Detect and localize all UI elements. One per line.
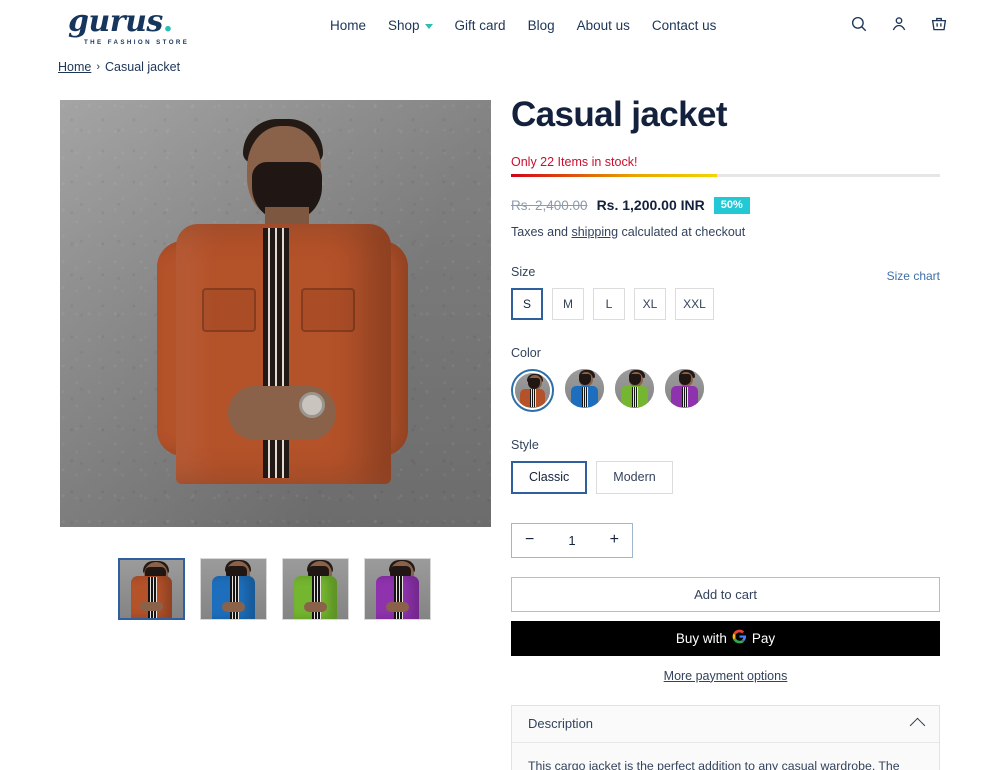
size-chart-link[interactable]: Size chart (887, 269, 940, 283)
breadcrumb-separator: › (96, 61, 101, 73)
size-option-xl[interactable]: XL (634, 287, 666, 320)
description-accordion: Description This cargo jacket is the per… (511, 704, 940, 770)
stock-status-text: Only 22 Items in stock! (511, 154, 638, 169)
page-title: Casual jacket (511, 95, 728, 134)
breadcrumb-home-link[interactable]: Home (58, 60, 91, 74)
style-option-classic[interactable]: Classic (511, 460, 588, 494)
tax-note-post: calculated at checkout (618, 224, 746, 239)
nav-label: Blog (527, 18, 555, 33)
nav-label: Contact us (651, 18, 717, 33)
nav-label: About us (576, 18, 630, 33)
buy-with-gpay-button[interactable]: Buy with Pay (511, 620, 940, 656)
style-options: Classic Modern (511, 460, 940, 494)
color-options (511, 368, 940, 412)
size-label: Size (511, 264, 536, 279)
more-payment-options-link[interactable]: More payment options (511, 669, 940, 683)
tax-note: Taxes and shipping calculated at checkou… (511, 225, 940, 239)
color-option-green[interactable] (615, 368, 654, 408)
color-option-purple[interactable] (665, 368, 704, 408)
description-accordion-header[interactable]: Description (512, 706, 939, 743)
price-original: Rs. 2,400.00 (511, 197, 588, 213)
price-row: Rs. 2,400.00 Rs. 1,200.00 INR 50% (511, 196, 940, 214)
logo-dot: . (162, 4, 173, 39)
stock-progress-fill (511, 173, 717, 177)
nav-label: Shop (388, 18, 420, 33)
style-option-block: Style Classic Modern (511, 438, 940, 494)
color-label: Color (511, 345, 541, 360)
model-figure (60, 100, 491, 527)
nav-label: Home (330, 18, 367, 33)
tax-note-pre: Taxes and (511, 224, 572, 239)
cart-icon[interactable] (930, 15, 948, 33)
site-header: gurus. THE FASHION STORE Home Shop Gift … (0, 0, 1000, 55)
thumbnail-strip (118, 558, 431, 620)
description-heading: Description (528, 716, 594, 731)
search-icon[interactable] (850, 15, 868, 33)
color-option-blue[interactable] (565, 368, 604, 408)
chevron-up-icon[interactable] (909, 717, 926, 734)
style-label: Style (511, 437, 539, 452)
breadcrumb-current: Casual jacket (105, 60, 181, 74)
main-navigation: Home Shop Gift card Blog About us Contac… (330, 18, 716, 33)
shipping-link[interactable]: shipping (571, 225, 618, 239)
thumbnail-orange[interactable] (118, 558, 185, 620)
thumbnail-blue[interactable] (200, 558, 267, 620)
discount-badge: 50% (713, 196, 750, 214)
size-option-l[interactable]: L (593, 287, 625, 320)
product-info: Casual jacket Only 22 Items in stock! Rs… (511, 95, 940, 770)
quantity-increase-button[interactable]: + (610, 532, 619, 548)
quantity-stepper[interactable]: − 1 + (511, 522, 633, 558)
nav-item-about-us[interactable]: About us (577, 18, 630, 33)
nav-item-contact-us[interactable]: Contact us (652, 18, 717, 33)
quantity-decrease-button[interactable]: − (525, 532, 534, 548)
product-gallery (60, 100, 491, 527)
size-options: S M L XL XXL (511, 287, 940, 320)
color-option-orange[interactable] (511, 368, 554, 412)
nav-label: Gift card (454, 18, 506, 33)
size-option-s[interactable]: S (511, 287, 543, 320)
logo-tagline: THE FASHION STORE (84, 39, 190, 46)
header-icon-group (850, 15, 948, 33)
thumbnail-purple[interactable] (364, 558, 431, 620)
size-option-m[interactable]: M (552, 287, 584, 320)
gpay-prefix-label: Buy with (675, 630, 727, 646)
thumbnail-green[interactable] (282, 558, 349, 620)
stock-progress-track (511, 173, 940, 177)
quantity-value[interactable]: 1 (568, 533, 575, 548)
google-g-icon (732, 629, 747, 647)
breadcrumb: Home › Casual jacket (58, 60, 180, 74)
gpay-suffix-label: Pay (751, 630, 776, 646)
product-main-image[interactable] (60, 100, 491, 527)
chevron-down-icon (424, 24, 433, 29)
nav-item-shop[interactable]: Shop (388, 18, 433, 33)
product-page: gurus. THE FASHION STORE Home Shop Gift … (0, 0, 1000, 770)
logo-wordmark: gurus. (68, 4, 173, 39)
nav-item-gift-card[interactable]: Gift card (455, 18, 506, 33)
add-to-cart-button[interactable]: Add to cart (511, 576, 940, 612)
account-icon[interactable] (890, 15, 908, 33)
nav-item-blog[interactable]: Blog (528, 18, 555, 33)
style-option-modern[interactable]: Modern (596, 460, 673, 494)
size-option-block: Size Size chart S M L XL XXL (511, 265, 940, 320)
price-current: Rs. 1,200.00 INR (596, 197, 705, 213)
site-logo[interactable]: gurus. THE FASHION STORE (68, 7, 248, 47)
size-option-xxl[interactable]: XXL (675, 287, 714, 320)
description-body: This cargo jacket is the perfect additio… (528, 758, 900, 770)
nav-item-home[interactable]: Home (330, 18, 366, 33)
color-option-block: Color (511, 346, 940, 412)
